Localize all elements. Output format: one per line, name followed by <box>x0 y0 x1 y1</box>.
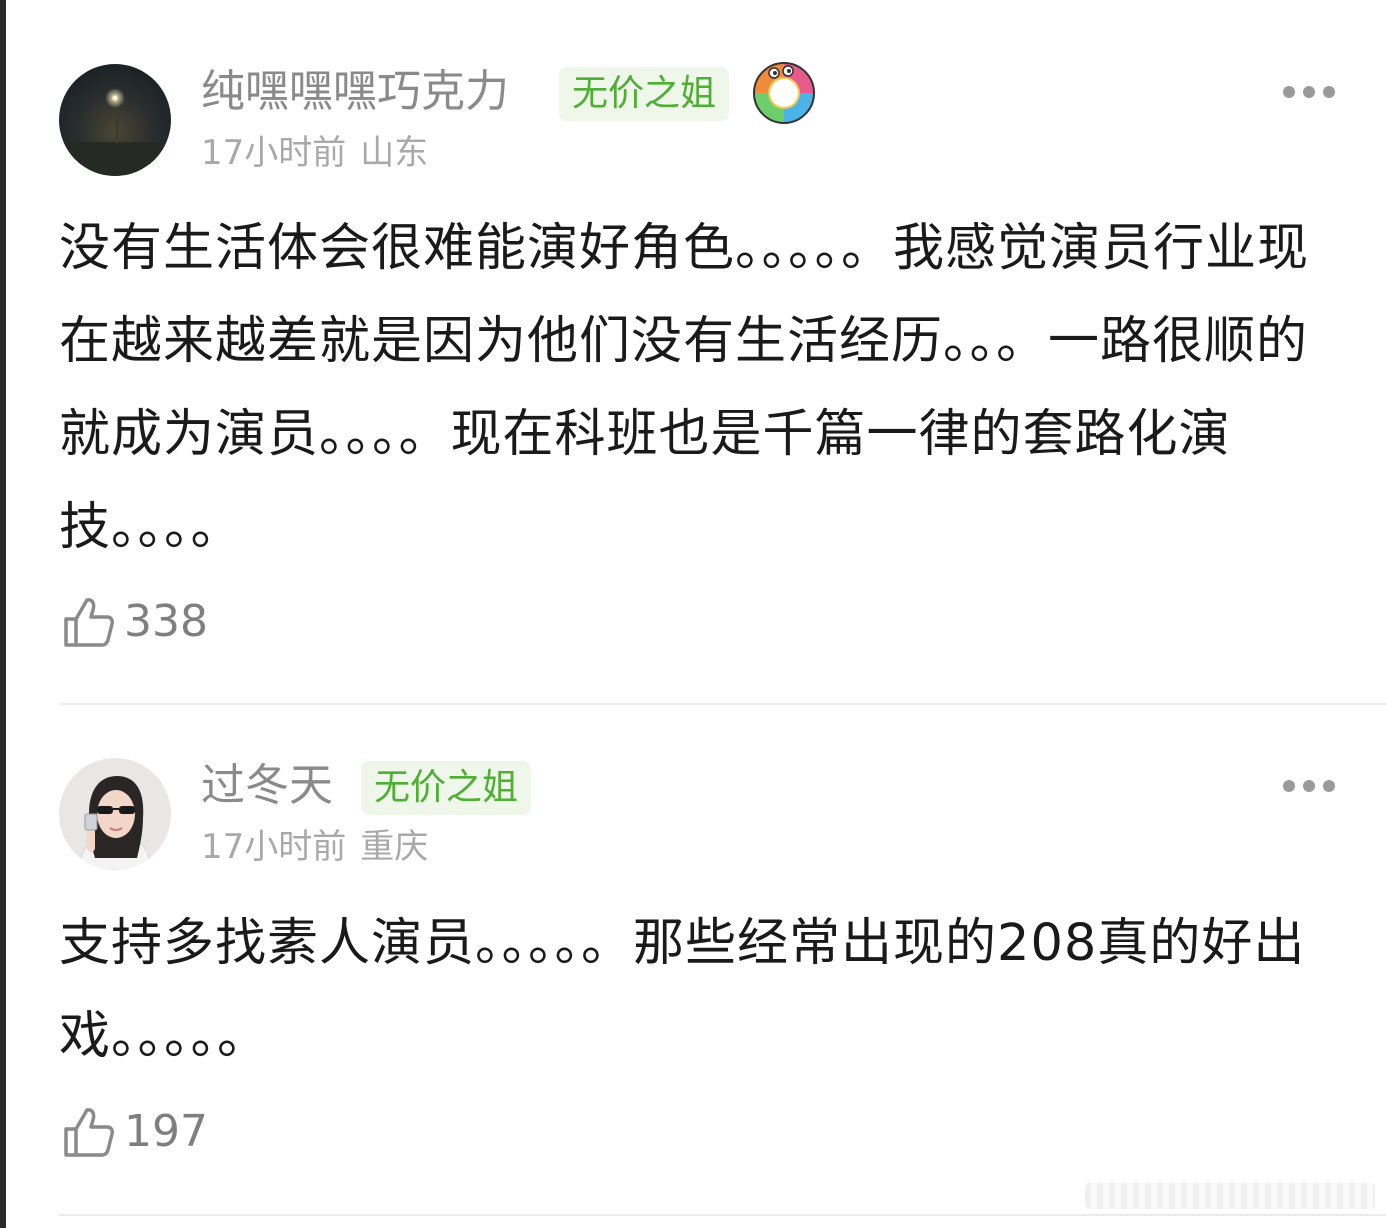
rainbow-donut-medal-icon <box>752 61 816 125</box>
girl-sunglasses-avatar-icon <box>59 758 171 870</box>
comment-divider <box>59 1214 1386 1216</box>
comment-time: 17小时前 <box>201 133 347 173</box>
avatar[interactable] <box>59 64 171 176</box>
username[interactable]: 过冬天 <box>201 758 333 814</box>
more-options-icon[interactable] <box>1283 779 1335 793</box>
like-button[interactable]: 338 <box>62 594 208 650</box>
thumbs-up-icon <box>64 598 114 647</box>
more-options-icon[interactable] <box>1283 85 1335 99</box>
night-streetlight-avatar-icon <box>59 64 171 176</box>
fan-badge[interactable]: 无价之姐 <box>361 761 532 815</box>
like-count: 338 <box>124 596 208 647</box>
comment-meta: 17小时前 山东 <box>201 131 428 175</box>
comment-content: 支持多找素人演员。。。。。那些经常出现的208真的好出戏。。。。。 <box>59 914 1306 1066</box>
comment-location: 重庆 <box>360 827 429 867</box>
horizontal-scroll-indicator <box>1085 1183 1375 1209</box>
fan-badge[interactable]: 无价之姐 <box>559 67 730 121</box>
comment-item: 过冬天 无价之姐 17小时前 重庆 支持多找素人演员。。。。。那些经常出现的208… <box>0 705 1386 1215</box>
comment-time: 17小时前 <box>201 827 347 867</box>
avatar[interactable] <box>59 758 171 870</box>
username[interactable]: 纯嘿嘿嘿巧克力 <box>201 64 509 120</box>
like-count: 197 <box>124 1106 208 1157</box>
like-button[interactable]: 197 <box>62 1104 208 1160</box>
comment-location: 山东 <box>360 133 429 173</box>
thumbs-up-icon <box>64 1108 114 1157</box>
comment-meta: 17小时前 重庆 <box>201 825 428 869</box>
comment-item: 纯嘿嘿嘿巧克力 无价之姐 17小时前 山东 没有生活体会很难能演好角色。。。。。我… <box>0 0 1386 704</box>
comment-content: 没有生活体会很难能演好角色。。。。。我感觉演员行业现在越来越差就是因为他们没有生… <box>59 219 1310 557</box>
